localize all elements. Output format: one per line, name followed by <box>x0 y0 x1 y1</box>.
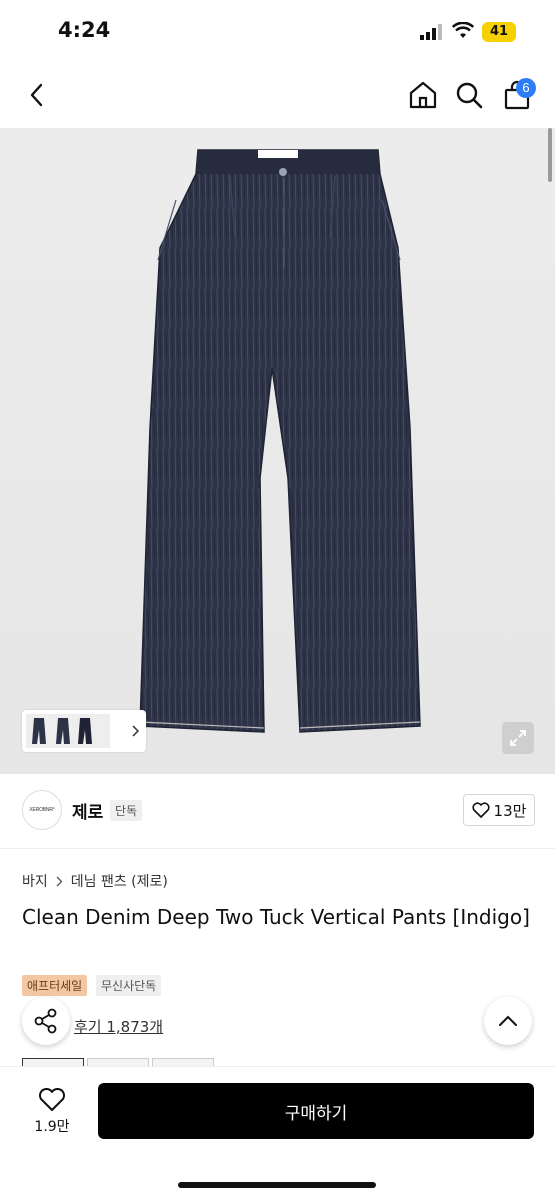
chevron-right-icon <box>56 876 63 886</box>
wishlist-count: 1.9만 <box>34 1119 70 1135</box>
cart-count-badge: 6 <box>516 78 536 98</box>
status-bar: 4:24 41 <box>0 0 555 64</box>
signal-icon <box>420 24 442 40</box>
back-button[interactable] <box>22 80 52 110</box>
breadcrumb: 바지 데님 팬츠 (제로) <box>22 871 168 891</box>
expand-image-button[interactable] <box>502 722 534 754</box>
scroll-top-button[interactable] <box>484 997 532 1045</box>
breadcrumb-item[interactable]: 바지 <box>22 871 48 891</box>
share-button[interactable] <box>22 997 70 1045</box>
buy-button[interactable]: 구매하기 <box>98 1083 534 1139</box>
wishlist-button[interactable] <box>36 1086 68 1114</box>
divider <box>0 848 555 849</box>
exclusive-tag: 무신사단독 <box>96 975 162 996</box>
product-image-gallery[interactable] <box>0 128 555 774</box>
like-count: 13만 <box>493 801 527 820</box>
brand-exclusive-badge: 단독 <box>110 800 143 821</box>
wifi-icon <box>452 22 474 38</box>
product-title: Clean Denim Deep Two Tuck Vertical Pants… <box>22 905 530 929</box>
chevron-left-icon <box>30 83 43 107</box>
chevron-up-icon <box>499 1015 517 1026</box>
thumbnail-images <box>26 714 110 748</box>
thumbnail-strip[interactable] <box>22 710 146 752</box>
home-indicator <box>178 1182 376 1188</box>
top-nav <box>0 64 555 128</box>
sale-tag: 애프터세일 <box>22 975 88 996</box>
search-icon <box>456 82 483 109</box>
expand-icon <box>510 730 526 746</box>
like-button[interactable]: 13만 <box>463 794 535 826</box>
home-icon <box>409 81 437 109</box>
scrollbar[interactable] <box>548 128 552 182</box>
search-button[interactable] <box>452 78 486 112</box>
chevron-right-icon <box>132 725 140 737</box>
heart-icon <box>472 802 490 818</box>
breadcrumb-item[interactable]: 데님 팬츠 (제로) <box>71 871 168 891</box>
product-image <box>139 149 421 733</box>
brand-logo-text: XEROBNR° <box>29 807 55 813</box>
status-time: 4:24 <box>58 18 111 42</box>
home-button[interactable] <box>406 78 440 112</box>
battery-indicator: 41 <box>482 22 516 42</box>
review-link[interactable]: 후기 1,873개 <box>74 1016 163 1037</box>
brand-logo[interactable]: XEROBNR° <box>22 790 62 830</box>
heart-icon <box>38 1088 66 1111</box>
share-icon <box>34 1008 57 1034</box>
brand-name[interactable]: 제로 <box>72 798 103 823</box>
